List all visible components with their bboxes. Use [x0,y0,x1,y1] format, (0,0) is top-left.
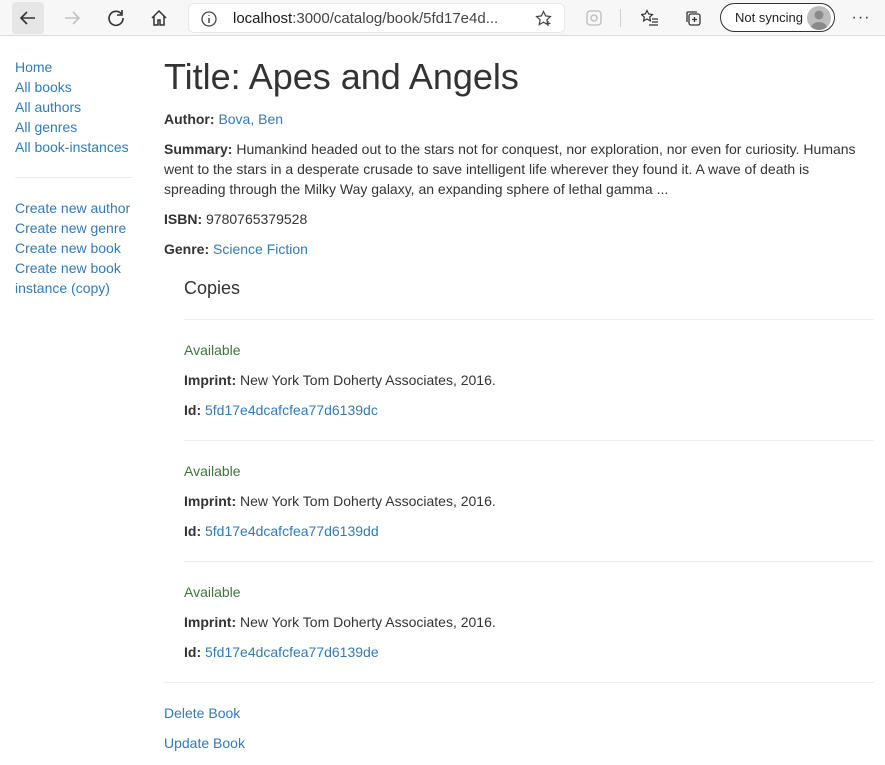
address-bar[interactable]: localhost:3000/catalog/book/5fd17e4d... [188,3,565,33]
genre-link[interactable]: Science Fiction [213,241,308,257]
sidebar-link-all-books[interactable]: All books [15,77,135,97]
collections-button[interactable] [677,2,709,34]
sidebar-link-home[interactable]: Home [15,57,135,77]
browser-toolbar: localhost:3000/catalog/book/5fd17e4d... … [0,0,885,36]
update-book-link[interactable]: Update Book [164,735,245,751]
copy-item: Available Imprint: New York Tom Doherty … [184,320,874,440]
summary-line: Summary: Humankind headed out to the sta… [164,139,874,199]
sidebar-link-create-author[interactable]: Create new author [15,198,135,218]
imprint-value: New York Tom Doherty Associates, 2016. [240,493,496,509]
author-label: Author: [164,111,215,127]
user-avatar-icon [810,10,828,30]
imprint-label: Imprint: [184,493,237,509]
copy-item: Available Imprint: New York Tom Doherty … [184,441,874,561]
sidebar-link-create-genre[interactable]: Create new genre [15,218,135,238]
copy-imprint-line: Imprint: New York Tom Doherty Associates… [184,370,874,390]
sidebar-link-all-book-instances[interactable]: All book-instances [15,137,135,157]
id-label: Id: [184,523,202,539]
id-label: Id: [184,644,202,660]
home-icon [151,9,167,26]
copy-item: Available Imprint: New York Tom Doherty … [184,562,874,682]
more-menu-button[interactable]: ··· [845,2,877,34]
toolbar-divider [620,9,621,27]
summary-label: Summary: [164,141,233,157]
book-detail: Title: Apes and Angels Author: Bova, Ben… [164,55,874,753]
back-button[interactable] [12,2,44,34]
sync-label: Not syncing [735,10,803,25]
isbn-line: ISBN: 9780765379528 [164,209,874,229]
copies-heading: Copies [184,278,241,298]
isbn-label: ISBN: [164,211,203,227]
update-line: Update Book [164,733,874,753]
profile-sync-button[interactable]: Not syncing [720,3,835,32]
genre-label: Genre: [164,241,210,257]
copy-id-link[interactable]: 5fd17e4dcafcfea77d6139de [205,644,379,660]
info-icon[interactable] [201,11,217,27]
copy-id-line: Id: 5fd17e4dcafcfea77d6139de [184,642,874,662]
favorite-star-icon[interactable] [535,10,552,27]
content-divider [164,682,874,683]
arrow-left-icon [19,11,35,25]
arrow-right-icon [65,11,81,25]
url-text: localhost:3000/catalog/book/5fd17e4d... [233,10,499,27]
sidebar-link-all-genres[interactable]: All genres [15,117,135,137]
copy-status: Available [184,342,241,358]
delete-line: Delete Book [164,703,874,723]
author-link[interactable]: Bova, Ben [218,111,283,127]
copy-id-link[interactable]: 5fd17e4dcafcfea77d6139dc [205,402,378,418]
collections-icon [686,11,701,26]
summary-text: Humankind headed out to the stars not fo… [164,141,856,197]
sidebar-link-create-book-instance[interactable]: Create new book instance (copy) [15,258,135,298]
sidebar-link-all-authors[interactable]: All authors [15,97,135,117]
id-label: Id: [184,402,202,418]
extension-button[interactable] [578,2,610,34]
extension-icon [586,10,602,26]
isbn-value: 9780765379528 [206,211,308,227]
author-line: Author: Bova, Ben [164,109,874,129]
imprint-label: Imprint: [184,372,237,388]
copy-status: Available [184,463,241,479]
forward-button[interactable] [56,2,88,34]
copy-imprint-line: Imprint: New York Tom Doherty Associates… [184,612,874,632]
imprint-value: New York Tom Doherty Associates, 2016. [240,372,496,388]
page-title: Title: Apes and Angels [164,56,519,97]
sidebar: Home All books All authors All genres Al… [15,57,135,298]
imprint-value: New York Tom Doherty Associates, 2016. [240,614,496,630]
copy-id-line: Id: 5fd17e4dcafcfea77d6139dd [184,521,874,541]
copy-id-link[interactable]: 5fd17e4dcafcfea77d6139dd [205,523,379,539]
home-button[interactable] [143,2,175,34]
copy-id-line: Id: 5fd17e4dcafcfea77d6139dc [184,400,874,420]
sidebar-link-create-book[interactable]: Create new book [15,238,135,258]
copy-imprint-line: Imprint: New York Tom Doherty Associates… [184,491,874,511]
favorites-list-icon [641,9,658,26]
imprint-label: Imprint: [184,614,237,630]
favorites-button[interactable] [634,2,666,34]
book-actions: Delete Book Update Book [164,703,874,753]
copies-section: Copies Available Imprint: New York Tom D… [184,276,874,682]
avatar [807,6,831,30]
genre-line: Genre: Science Fiction [164,239,874,259]
copy-status: Available [184,584,241,600]
refresh-button[interactable] [100,2,132,34]
delete-book-link[interactable]: Delete Book [164,705,240,721]
sidebar-divider [15,177,133,178]
refresh-icon [108,10,124,27]
